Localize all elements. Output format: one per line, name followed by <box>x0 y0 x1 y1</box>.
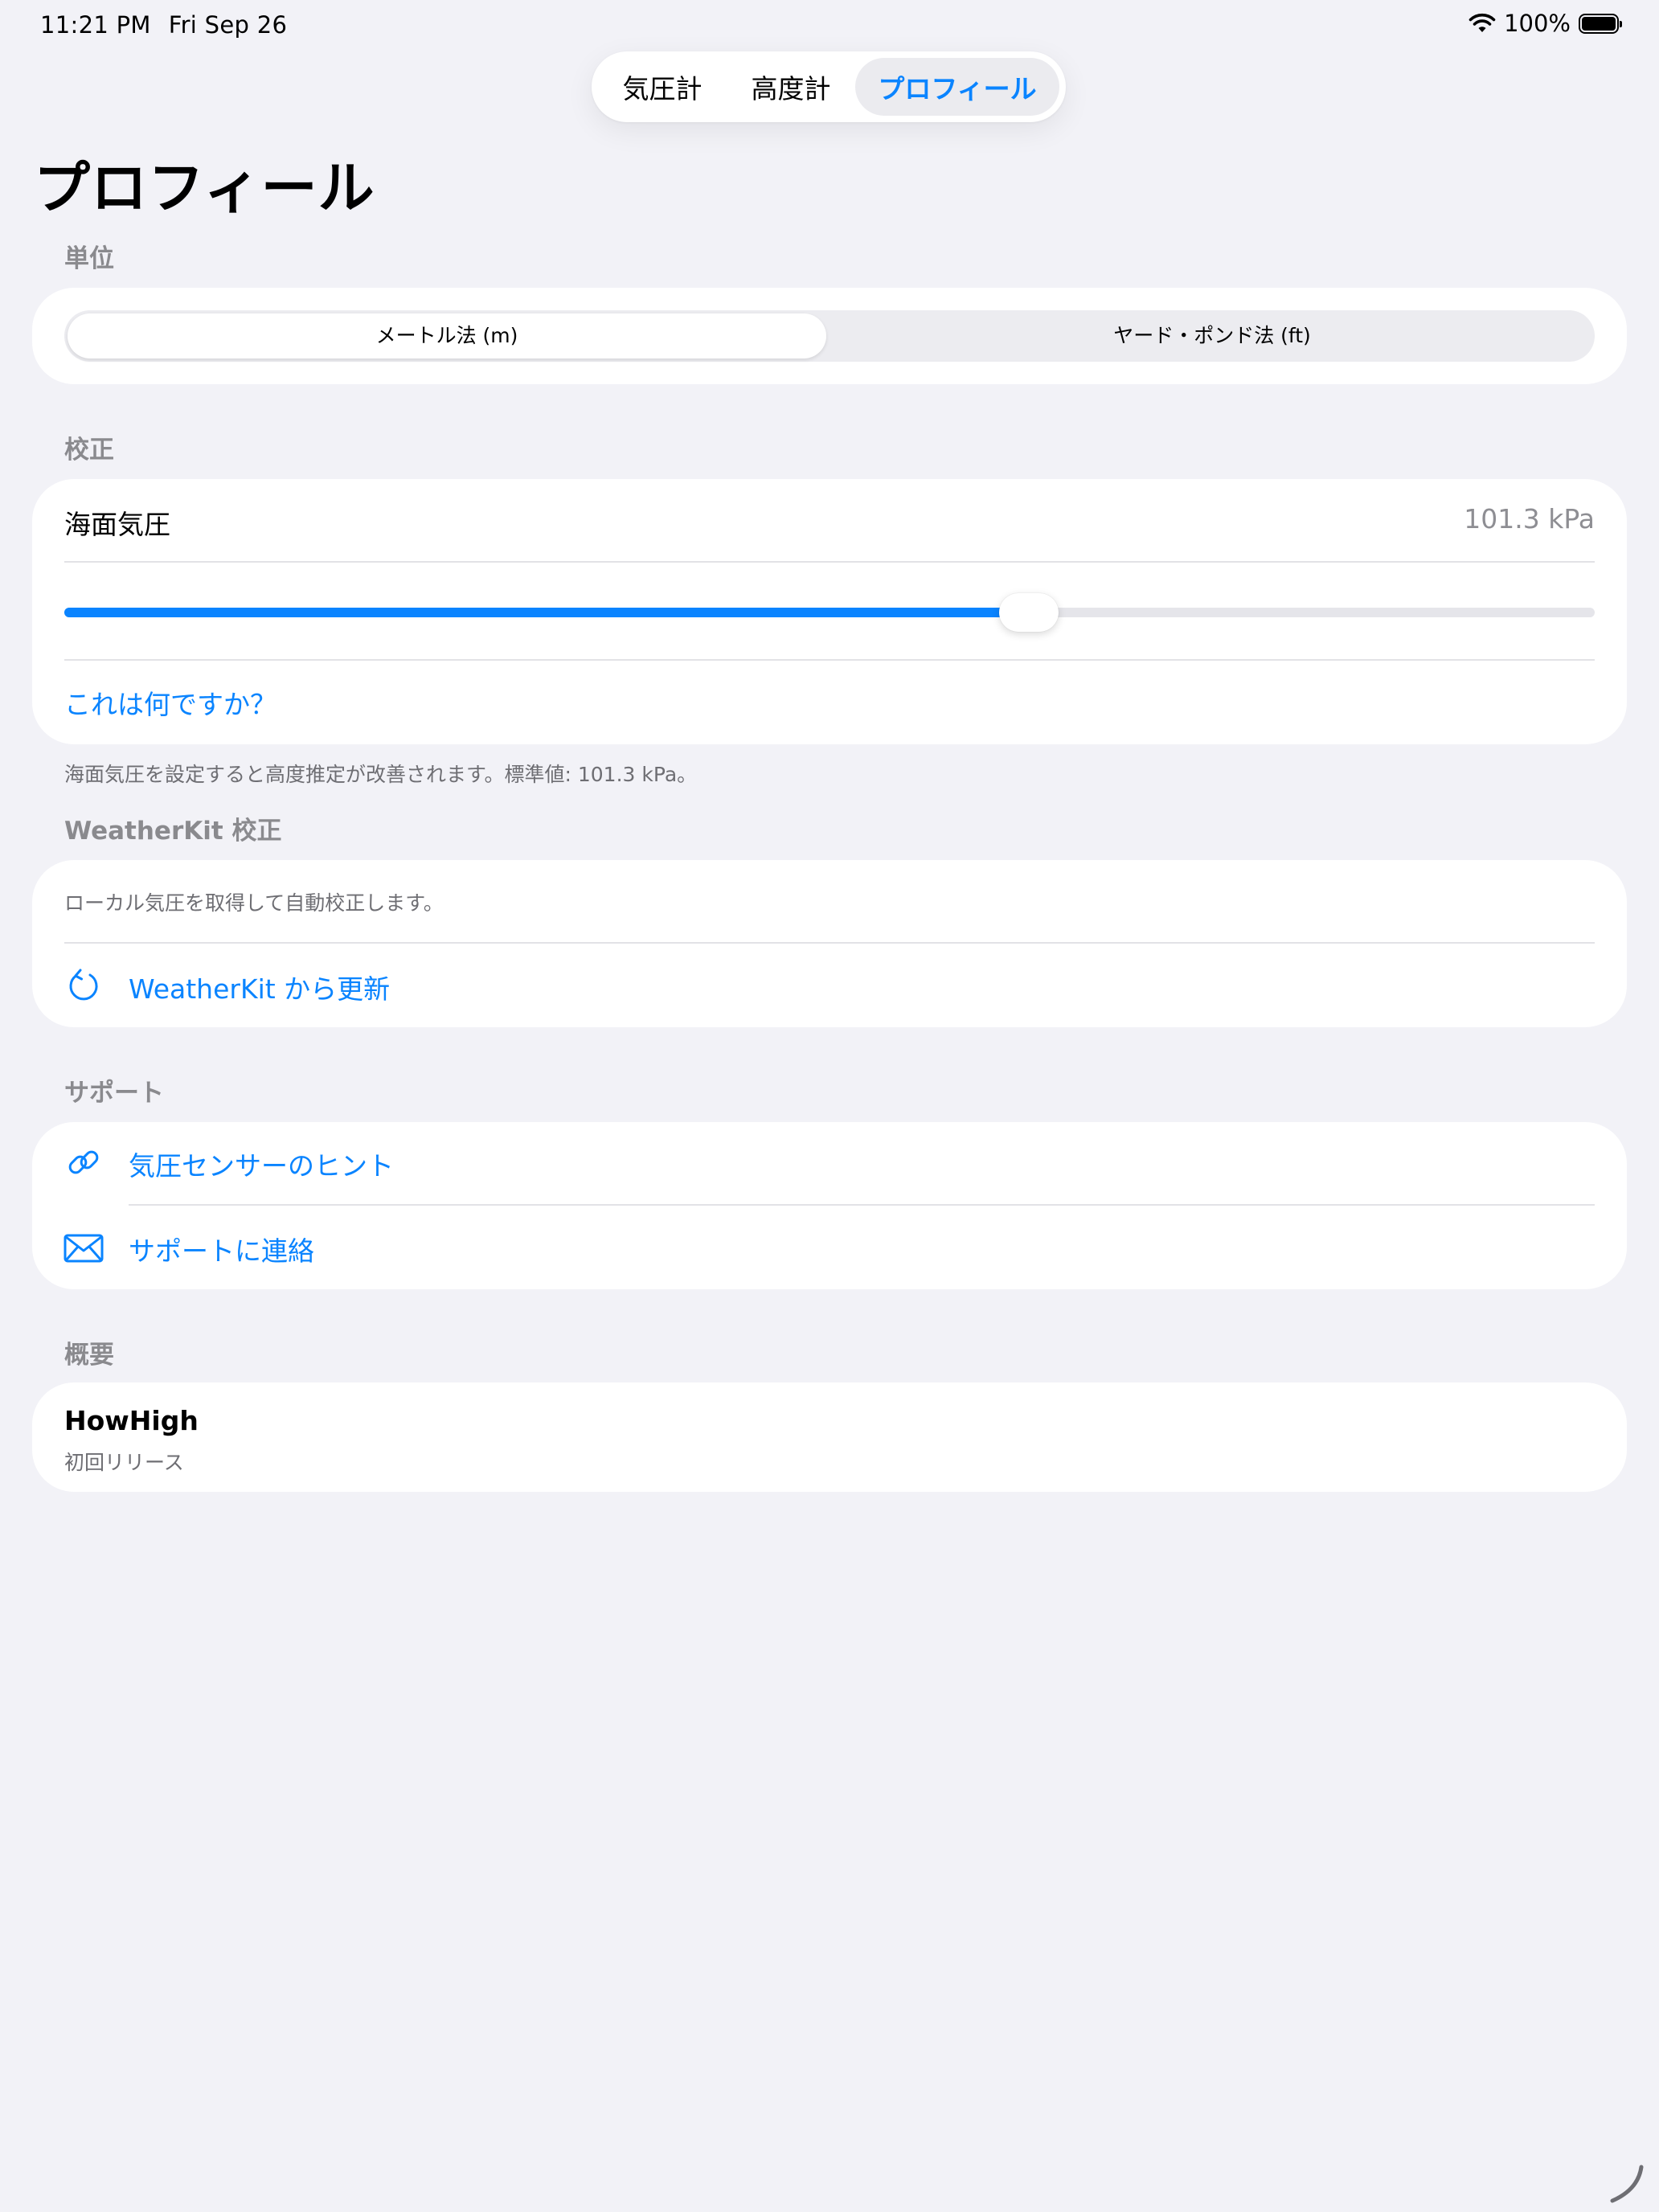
about-section-header: 概要 <box>64 1341 114 1370</box>
weatherkit-refresh-label: WeatherKit から更新 <box>129 973 391 1005</box>
tab-switcher: 気圧計 高度計 プロフィール <box>592 51 1066 122</box>
weatherkit-description: ローカル気圧を取得して自動校正します。 <box>64 891 444 915</box>
pressure-slider-thumb[interactable] <box>998 593 1059 632</box>
calibration-footnote: 海面気圧を設定すると高度推定が改善されます。標準値: 101.3 kPa。 <box>64 763 698 786</box>
divider <box>64 659 1595 661</box>
support-item-contact-label: サポートに連絡 <box>129 1235 314 1267</box>
app-release-subtitle: 初回リリース <box>64 1451 184 1474</box>
support-item-sensor-tips[interactable]: 気圧センサーのヒント <box>32 1122 1627 1204</box>
pressure-slider-track[interactable] <box>64 608 1595 617</box>
app-name: HowHigh <box>64 1405 199 1436</box>
wifi-icon <box>1469 13 1496 32</box>
tab-profile[interactable]: プロフィール <box>855 58 1059 116</box>
sea-level-pressure-label: 海面気圧 <box>64 509 170 540</box>
support-item-sensor-tips-label: 気圧センサーのヒント <box>129 1150 394 1182</box>
tab-altimeter[interactable]: 高度計 <box>727 58 855 116</box>
support-card: 気圧センサーのヒント サポートに連絡 <box>32 1122 1627 1289</box>
status-bar-date: Fri Sep 26 <box>168 11 288 39</box>
units-option-imperial[interactable]: ヤード・ポンド法 (ft) <box>830 310 1595 362</box>
refresh-icon <box>69 969 98 1001</box>
battery-percent: 100% <box>1504 10 1571 37</box>
weatherkit-card: ローカル気圧を取得して自動校正します。 WeatherKit から更新 <box>32 860 1627 1027</box>
units-option-metric[interactable]: メートル法 (m) <box>64 310 830 362</box>
status-bar-time: 11:21 PM Fri Sep 26 <box>40 11 288 39</box>
weatherkit-refresh-row[interactable]: WeatherKit から更新 <box>32 944 1627 1027</box>
page-title: プロフィール <box>34 155 375 221</box>
calibration-card: 海面気圧 101.3 kPa これは何ですか？ <box>32 479 1627 744</box>
support-section-header: サポート <box>64 1079 164 1108</box>
calibration-section-header: 校正 <box>64 436 114 465</box>
divider <box>64 561 1595 563</box>
envelope-icon <box>63 1234 104 1263</box>
battery-icon <box>1579 13 1622 34</box>
link-icon <box>68 1150 99 1174</box>
corner-grabber-icon <box>1610 2165 1644 2203</box>
units-card: メートル法 (m) ヤード・ポンド法 (ft) <box>32 288 1627 384</box>
pressure-slider-fill <box>64 608 1029 617</box>
tab-barometer[interactable]: 気圧計 <box>598 58 727 116</box>
status-bar-right: 100% <box>1469 10 1622 37</box>
what-is-this-link[interactable]: これは何ですか？ <box>64 683 276 722</box>
weatherkit-section-header: WeatherKit 校正 <box>64 817 282 846</box>
about-card: HowHigh 初回リリース <box>32 1382 1627 1492</box>
support-item-contact[interactable]: サポートに連絡 <box>32 1206 1627 1289</box>
units-segmented-control: メートル法 (m) ヤード・ポンド法 (ft) <box>64 310 1595 362</box>
units-section-header: 単位 <box>64 244 114 273</box>
sea-level-pressure-value: 101.3 kPa <box>1464 503 1595 535</box>
